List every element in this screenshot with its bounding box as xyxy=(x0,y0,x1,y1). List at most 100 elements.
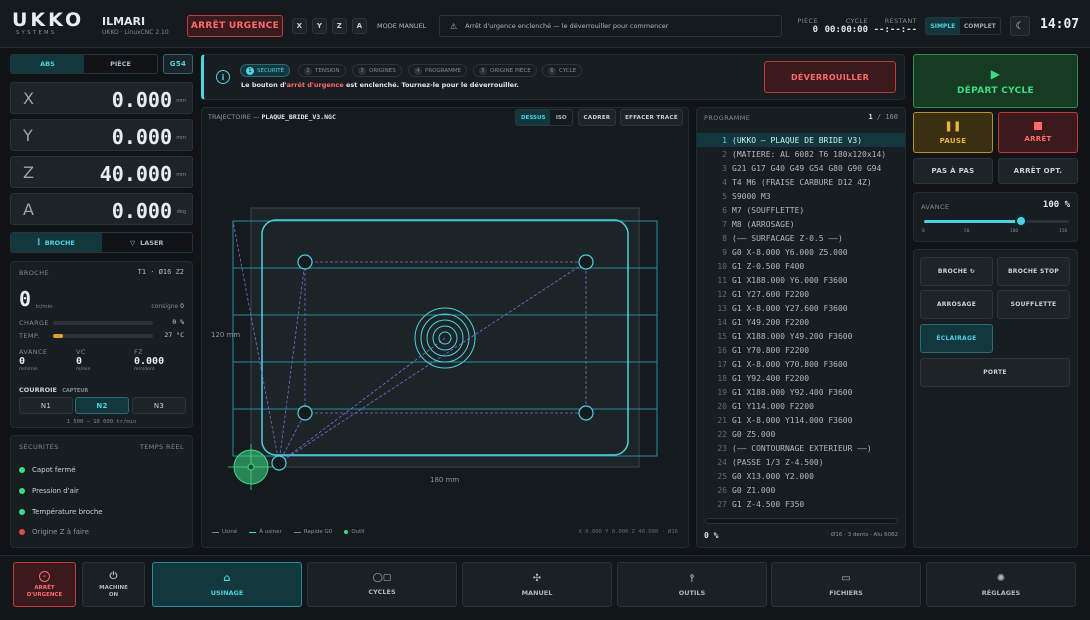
gcode-line[interactable]: 14 G1 Y49.200 F2200 xyxy=(697,315,905,329)
view-complet-button[interactable]: COMPLET xyxy=(960,18,1000,34)
door-button[interactable]: PORTE xyxy=(920,358,1070,387)
fz-stat: FZ 0.000 mm/dent xyxy=(134,348,164,372)
gcode-line[interactable]: 6 M7 (SOUFFLETTE) xyxy=(697,203,905,217)
safety-item-label: Origine Z à faire xyxy=(32,528,89,536)
view-top-button[interactable]: DESSUS xyxy=(516,110,551,125)
line-number: 16 xyxy=(717,345,727,355)
stop-button[interactable]: ARRÊT xyxy=(998,112,1078,153)
axis-key-x[interactable]: X xyxy=(292,18,307,34)
nav-estop-button[interactable]: – ARRÊT D'URGENCE xyxy=(13,562,76,607)
line-text: M8 (ARROSAGE) xyxy=(732,219,795,229)
gcode-line[interactable]: 7 M8 (ARROSAGE) xyxy=(697,217,905,231)
step-tension[interactable]: 2 TENSION xyxy=(298,64,346,77)
wcs-button[interactable]: G54 xyxy=(163,54,193,74)
gcode-line[interactable]: 23 (—— CONTOURNAGE EXTERIEUR ——) xyxy=(697,441,905,455)
pause-button[interactable]: ❚❚ PAUSE xyxy=(913,112,993,153)
coolant-button[interactable]: ARROSAGE xyxy=(920,290,993,319)
gcode-line[interactable]: 22 G0 Z5.000 xyxy=(697,427,905,441)
gcode-line[interactable]: 8 (—— SURFACAGE Z-0.5 ——) xyxy=(697,231,905,245)
step-securite[interactable]: 1 SÉCURITÉ xyxy=(240,64,291,77)
dro-x-unit: mm xyxy=(176,98,186,104)
gcode-line[interactable]: 18 G1 Y92.400 F2200 xyxy=(697,371,905,385)
nav-reglages-label: RÉGLAGES xyxy=(981,588,1021,597)
software-version: UKKO · LinuxCNC 2.10 xyxy=(102,29,169,36)
gcode-line[interactable]: 12 G1 Y27.600 F2200 xyxy=(697,287,905,301)
gcode-line[interactable]: 2 (MATIERE: AL 6082 T6 180x120x14) xyxy=(697,147,905,161)
tab-piece[interactable]: PIÈCE xyxy=(84,55,157,73)
step-number: 4 xyxy=(414,66,422,75)
gcode-line[interactable]: 10 G1 Z-0.500 F400 xyxy=(697,259,905,273)
nav-reglages[interactable]: ✺ RÉGLAGES xyxy=(926,562,1076,607)
gcode-line[interactable]: 5 S9000 M3 xyxy=(697,189,905,203)
nav-machine-on-button[interactable]: ⏻ MACHINE ON xyxy=(82,562,145,607)
tab-abs[interactable]: ABS xyxy=(11,55,84,73)
spindle-stop-button[interactable]: BROCHE STOP xyxy=(997,257,1070,286)
step-mode-button[interactable]: PAS À PAS xyxy=(913,158,993,184)
view-iso-button[interactable]: ISO xyxy=(550,110,572,125)
line-number: 1 xyxy=(722,135,727,145)
nav-outils[interactable]: ⫯ OUTILS xyxy=(617,562,767,607)
tab-broche[interactable]: ⫿ BROCHE xyxy=(11,233,102,252)
view-tabs: DESSUS ISO xyxy=(515,109,573,126)
axis-key-a[interactable]: A xyxy=(352,18,367,34)
gcode-line[interactable]: 1 (UKKO — PLAQUE DE BRIDE V3) xyxy=(697,133,905,147)
feed-slider-thumb[interactable] xyxy=(1014,215,1027,227)
step-origine-piece[interactable]: 5 ORIGINE PIÈCE xyxy=(473,64,537,77)
line-text: (—— CONTOURNAGE EXTERIEUR ——) xyxy=(732,443,872,453)
gcode-line[interactable]: 9 G0 X-8.000 Y6.000 Z5.000 xyxy=(697,245,905,259)
axis-key-z[interactable]: Z xyxy=(332,18,347,34)
dim-x-label: 180 mm xyxy=(430,476,460,484)
gcode-line[interactable]: 27 G1 Z-4.500 F350 xyxy=(697,497,905,511)
gcode-line[interactable]: 20 G1 Y114.000 F2200 xyxy=(697,399,905,413)
line-number: 18 xyxy=(717,373,727,383)
gcode-line[interactable]: 13 G1 X-8.000 Y27.600 F3600 xyxy=(697,301,905,315)
safety-item-label: Capot fermé xyxy=(32,466,76,474)
belt-sensor: CAPTEUR xyxy=(62,388,89,394)
gcode-line[interactable]: 11 G1 X188.000 Y6.000 F3600 xyxy=(697,273,905,287)
feed-label: AVANCE xyxy=(921,203,950,211)
nav-manuel[interactable]: ✣ MANUEL xyxy=(462,562,612,607)
dark-mode-button[interactable]: ☾ xyxy=(1010,16,1030,36)
gcode-line[interactable]: 26 G0 Z1.000 xyxy=(697,483,905,497)
safety-item: Pression d'air xyxy=(19,487,79,495)
gcode-line[interactable]: 4 T4 M6 (FRAISE CARBURE D12 4Z) xyxy=(697,175,905,189)
header-estop-button[interactable]: ARRÊT URGENCE xyxy=(187,15,283,37)
lighting-button[interactable]: ÉCLAIRAGE xyxy=(920,324,993,353)
step-cycle[interactable]: 6 CYCLE xyxy=(542,64,583,77)
gcode-line[interactable]: 15 G1 X188.000 Y49.200 F3600 xyxy=(697,329,905,343)
line-text: G1 Y27.600 F2200 xyxy=(732,289,810,299)
gcode-line[interactable]: 17 G1 X-8.000 Y70.800 F3600 xyxy=(697,357,905,371)
belt-n1-button[interactable]: N1 xyxy=(19,397,73,414)
optional-stop-button[interactable]: ARRÊT OPT. xyxy=(998,158,1078,184)
frame-button[interactable]: CADRER xyxy=(578,109,616,126)
view-simple-button[interactable]: SIMPLE xyxy=(926,18,960,34)
nav-cycles[interactable]: ◯▢ CYCLES xyxy=(307,562,457,607)
program-progress-bar xyxy=(705,518,898,524)
line-number: 27 xyxy=(717,499,727,509)
gcode-line[interactable]: 16 G1 Y70.800 F2200 xyxy=(697,343,905,357)
gcode-line[interactable]: 19 G1 X188.000 Y92.400 F3600 xyxy=(697,385,905,399)
nav-estop-label: ARRÊT D'URGENCE xyxy=(26,584,63,598)
gcode-line[interactable]: 24 (PASSE 1/3 Z-4.500) xyxy=(697,455,905,469)
spindle-cw-button[interactable]: BROCHE ↻ xyxy=(920,257,993,286)
step-programme[interactable]: 4 PROGRAMME xyxy=(408,64,468,77)
belt-n2-button[interactable]: N2 xyxy=(75,397,129,414)
step-origines[interactable]: 3 ORIGINES xyxy=(352,64,402,77)
gcode-line[interactable]: 25 G0 X13.000 Y2.000 xyxy=(697,469,905,483)
program-total: / 160 xyxy=(876,113,898,121)
start-cycle-button[interactable]: ▶ DÉPART CYCLE xyxy=(913,54,1078,108)
gcode-line[interactable]: 3 G21 G17 G40 G49 G54 G80 G90 G94 xyxy=(697,161,905,175)
belt-n3-button[interactable]: N3 xyxy=(132,397,186,414)
gcode-line[interactable]: 21 G1 X-8.000 Y114.000 F3600 xyxy=(697,413,905,427)
feed-tick: 150 xyxy=(1059,229,1068,234)
nav-usinage[interactable]: ⌂ USINAGE xyxy=(152,562,302,607)
tab-laser[interactable]: ▽ LASER xyxy=(102,233,193,252)
feed-slider-track[interactable] xyxy=(924,215,1069,227)
nav-fichiers[interactable]: ▭ FICHIERS xyxy=(771,562,921,607)
status-dot xyxy=(19,488,25,494)
clear-trace-button[interactable]: EFFACER TRACÉ xyxy=(620,109,683,126)
air-blow-button[interactable]: SOUFFLETTE xyxy=(997,290,1070,319)
unlock-button[interactable]: DÉVERROUILLER xyxy=(764,61,896,93)
gcode-list[interactable]: 1 (UKKO — PLAQUE DE BRIDE V3) 2 (MATIERE: … xyxy=(697,133,905,511)
axis-key-y[interactable]: Y xyxy=(312,18,327,34)
